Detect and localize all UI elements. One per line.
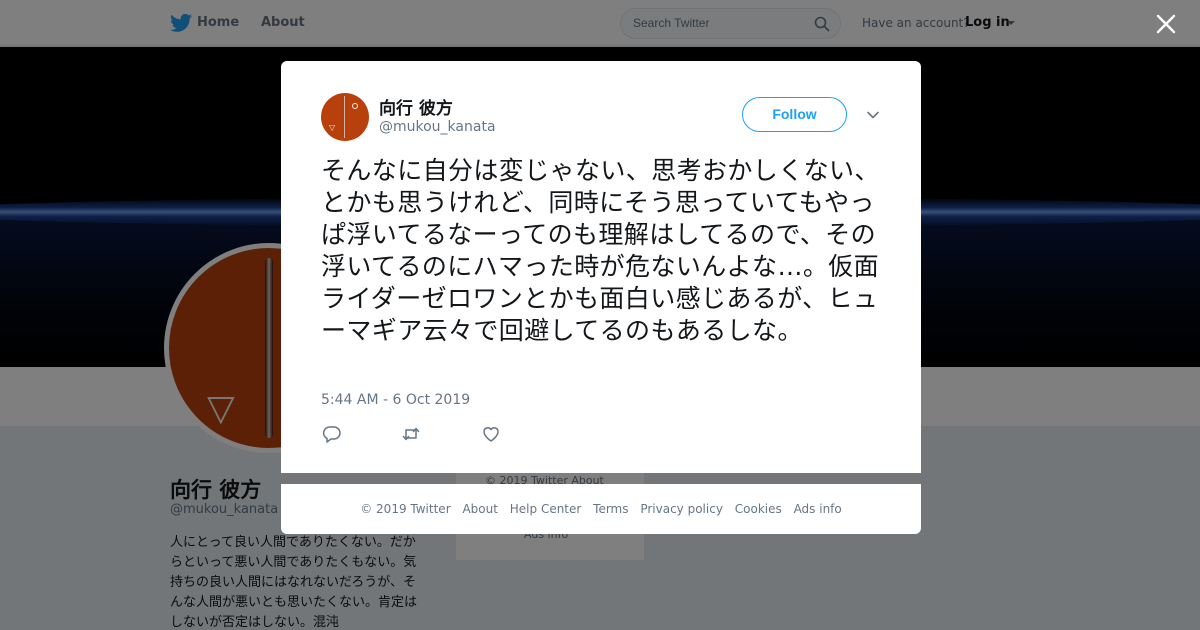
avatar-stroke (343, 96, 346, 138)
footer-copyright: © 2019 Twitter (360, 502, 451, 516)
tweet-text: そんなに自分は変じゃない、思考おかしくない、とかも思うけれど、同時にそう思ってい… (321, 156, 880, 345)
modal-footer: © 2019 Twitter About Help Center Terms P… (281, 484, 921, 534)
tweet-author-avatar[interactable]: ▽ (321, 93, 369, 141)
close-icon[interactable] (1152, 10, 1180, 38)
follow-button[interactable]: Follow (742, 97, 847, 132)
tweet-author-name[interactable]: 向行 彼方 (379, 94, 453, 119)
footer-link-privacy-policy[interactable]: Privacy policy (640, 502, 723, 516)
avatar-circle-mark (352, 103, 358, 109)
avatar-triangle-icon: ▽ (329, 123, 336, 132)
footer-link-cookies[interactable]: Cookies (735, 502, 782, 516)
tweet-author-handle[interactable]: @mukou_kanata (379, 119, 496, 135)
footer-link-ads-info[interactable]: Ads info (794, 502, 842, 516)
footer-link-help-center[interactable]: Help Center (510, 502, 582, 516)
footer-links: © 2019 Twitter About Help Center Terms P… (281, 502, 921, 516)
tweet-timestamp[interactable]: 5:44 AM - 6 Oct 2019 (321, 392, 470, 408)
footer-link-about[interactable]: About (462, 502, 497, 516)
chevron-down-icon[interactable] (866, 108, 880, 122)
heart-icon[interactable] (481, 424, 501, 444)
footer-link-terms[interactable]: Terms (593, 502, 628, 516)
retweet-icon[interactable] (401, 424, 421, 444)
reply-icon[interactable] (322, 424, 342, 444)
tweet-modal: ▽ 向行 彼方 @mukou_kanata Follow そんなに自分は変じゃな… (281, 61, 921, 473)
